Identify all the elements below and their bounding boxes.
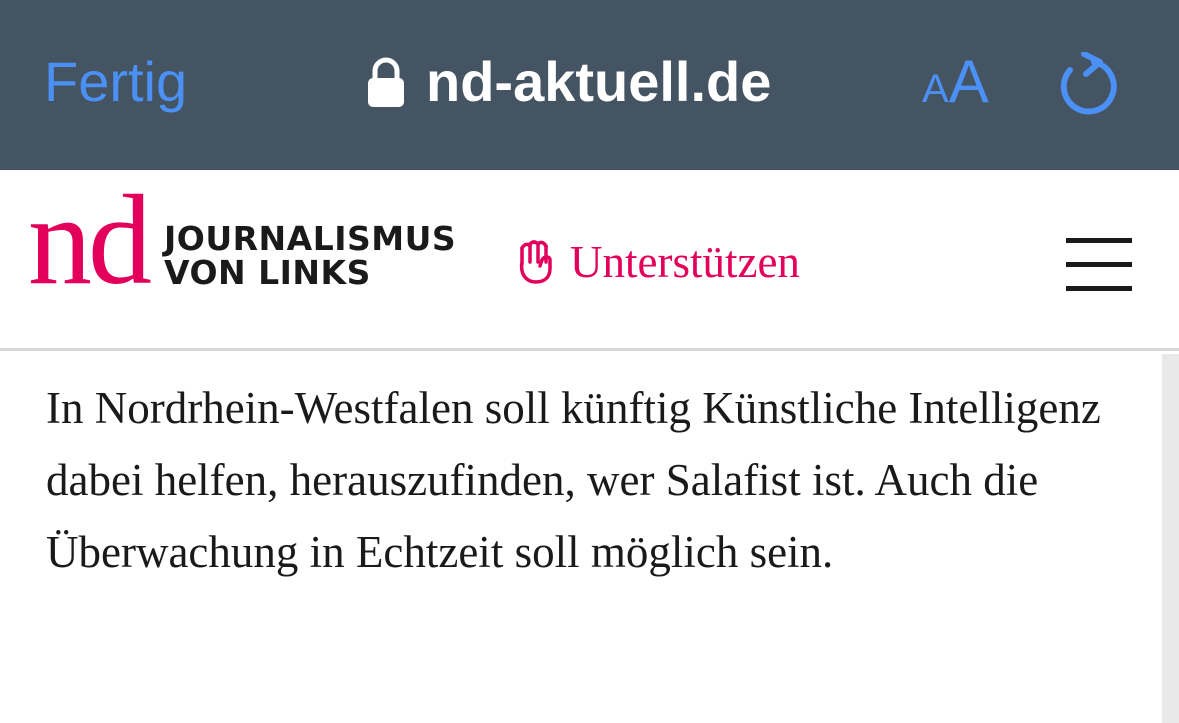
browser-toolbar: Fertig nd-aktuell.de A A xyxy=(0,0,1179,170)
done-button[interactable]: Fertig xyxy=(44,48,187,116)
tagline-line-2: VON LINKS xyxy=(164,253,371,292)
url-text: nd-aktuell.de xyxy=(426,50,772,113)
fist-icon xyxy=(519,240,552,284)
logo-mark: nd xyxy=(28,169,152,311)
scrollbar-track[interactable] xyxy=(1162,354,1179,723)
reload-icon[interactable] xyxy=(1056,52,1122,118)
menu-bar-middle xyxy=(1066,262,1132,267)
text-size-button[interactable]: A A xyxy=(922,48,989,116)
tagline-line-1: JOURNALISMUS xyxy=(164,219,457,258)
logo-tagline: JOURNALISMUS VON LINKS xyxy=(164,222,456,290)
article-content: In Nordrhein-Westfalen soll künftig Küns… xyxy=(0,354,1162,723)
support-button[interactable]: Unterstützen xyxy=(516,234,800,290)
hamburger-menu-icon[interactable] xyxy=(1066,238,1132,294)
site-logo[interactable]: nd JOURNALISMUS VON LINKS xyxy=(28,169,456,311)
address-display[interactable]: nd-aktuell.de xyxy=(366,48,771,116)
text-size-large-label: A xyxy=(948,48,989,115)
menu-bar-top xyxy=(1066,238,1132,243)
support-label: Unterstützen xyxy=(570,237,800,287)
menu-bar-bottom xyxy=(1066,286,1132,291)
text-size-small-label: A xyxy=(922,67,949,111)
article-paragraph: In Nordrhein-Westfalen soll künftig Küns… xyxy=(46,383,1101,577)
lock-icon xyxy=(368,57,404,107)
